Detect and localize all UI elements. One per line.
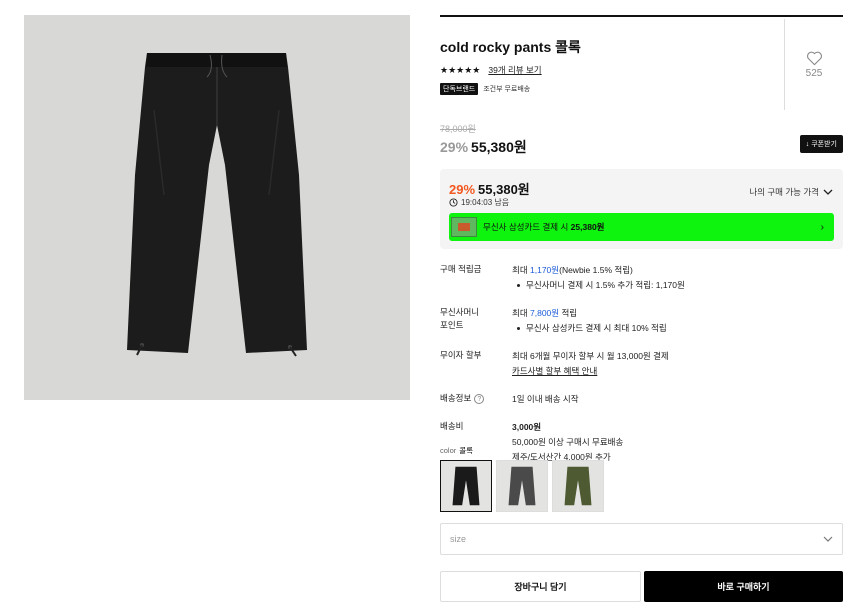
chevron-down-icon: [823, 189, 833, 195]
rating-row: ★★★★★ 39개 리뷰 보기: [440, 64, 542, 76]
pants-illustration: [24, 15, 410, 400]
money-suffix: 적립: [561, 308, 578, 318]
points-sub: 무신사머니 결제 시 1.5% 추가 적립: 1,170원: [512, 278, 685, 293]
installment-label: 무이자 할부: [440, 350, 482, 360]
card-promo-price: 25,380원: [570, 222, 605, 232]
swatch-list: [440, 460, 604, 512]
heart-icon: [806, 51, 822, 65]
size-placeholder: size: [450, 534, 467, 544]
swatch-black-image: [441, 461, 491, 511]
swatch-khaki[interactable]: [552, 460, 604, 512]
color-options: color 콜록: [440, 445, 604, 512]
my-price-label: 나의 구매 가능 가격: [749, 187, 819, 197]
points-suffix: (Newbie 1.5% 적립): [559, 265, 633, 275]
price-area: 78,000원 29% 55,380원 ↓ 쿠폰받기: [440, 122, 843, 169]
product-info: cold rocky pants 콜록 ★★★★★ 39개 리뷰 보기 단독브랜…: [440, 15, 843, 478]
money-prefix: 최대: [512, 308, 528, 318]
product-title: cold rocky pants 콜록: [440, 39, 581, 55]
money-value: 최대 7,800원 적립: [512, 306, 667, 321]
my-price-value: 55,380원: [478, 182, 530, 197]
sale-price: 55,380원: [471, 139, 527, 155]
help-icon[interactable]: ?: [474, 393, 485, 404]
product-header: cold rocky pants 콜록 ★★★★★ 39개 리뷰 보기 단독브랜…: [440, 17, 843, 112]
like-count: 525: [805, 67, 823, 79]
installment-text: 최대 6개월 무이자 할부 시 월 13,000원 결제: [512, 351, 669, 361]
shipping-badge: 조건부 무료배송: [483, 86, 531, 93]
timer-text: 19:04:03 남음: [461, 198, 510, 207]
chevron-down-icon: [823, 536, 833, 542]
swatch-charcoal-image: [497, 461, 547, 511]
money-label-line2: 포인트: [440, 320, 464, 330]
points-row: 구매 적립금 최대 1,170원(Newbie 1.5% 적립) 무신사머니 결…: [440, 263, 843, 293]
coupon-button[interactable]: ↓ 쿠폰받기: [799, 135, 843, 153]
product-image[interactable]: [24, 15, 410, 400]
current-price: 29% 55,380원: [440, 137, 527, 157]
original-price: 78,000원: [440, 124, 476, 134]
money-label: 무신사머니 포인트: [440, 306, 512, 336]
timer: 19:04:03 남음: [449, 197, 509, 208]
money-label-line1: 무신사머니: [440, 307, 480, 317]
benefit-details: 구매 적립금 최대 1,170원(Newbie 1.5% 적립) 무신사머니 결…: [440, 263, 843, 465]
money-amount: 7,800원: [530, 308, 560, 318]
buy-now-button[interactable]: 바로 구매하기: [644, 571, 843, 602]
money-row: 무신사머니 포인트 최대 7,800원 적립 무신사 삼성카드 결제 시 최대 …: [440, 306, 843, 336]
delivery-row: 배송정보? 1일 이내 배송 시작: [440, 392, 843, 407]
swatch-black[interactable]: [440, 460, 492, 512]
swatch-charcoal[interactable]: [496, 460, 548, 512]
color-selected: 콜록: [459, 446, 474, 455]
fee-value: 3,000원: [512, 422, 542, 432]
my-discount-percent: 29%: [449, 182, 476, 197]
review-link[interactable]: 39개 리뷰 보기: [488, 64, 541, 76]
swatch-khaki-image: [553, 461, 603, 511]
my-price: 29% 55,380원: [449, 179, 530, 198]
exclusive-badge: 단독브랜드: [440, 83, 479, 95]
add-to-cart-button[interactable]: 장바구니 담기: [440, 571, 641, 602]
like-button[interactable]: 525: [784, 19, 843, 110]
discount-percent: 29%: [440, 139, 469, 155]
points-prefix: 최대: [512, 265, 528, 275]
installment-row: 무이자 할부 최대 6개월 무이자 할부 시 월 13,000원 결제 카드사별…: [440, 349, 843, 379]
color-label-text: color: [440, 446, 457, 455]
points-amount: 1,170원: [530, 265, 560, 275]
installment-link[interactable]: 카드사별 할부 혜택 안내: [512, 364, 669, 379]
delivery-text: 1일 이내 배송 시작: [512, 394, 579, 404]
chevron-right-icon: ›: [820, 221, 824, 233]
size-select[interactable]: size: [440, 523, 843, 555]
card-promo-banner[interactable]: 무신사 삼성카드 결제 시 25,380원 ›: [449, 213, 834, 241]
card-thumbnail: [451, 217, 477, 237]
my-price-toggle[interactable]: 나의 구매 가능 가격: [749, 186, 833, 198]
badge-row: 단독브랜드 조건부 무료배송: [440, 83, 530, 95]
clock-icon: [449, 198, 458, 207]
my-price-box: 29% 55,380원 19:04:03 남음 나의 구매 가능 가격 무신사 삼…: [440, 169, 843, 249]
card-promo-text: 무신사 삼성카드 결제 시 25,380원: [483, 221, 605, 233]
points-value: 최대 1,170원(Newbie 1.5% 적립): [512, 263, 685, 278]
card-promo-prefix: 무신사 삼성카드 결제 시: [483, 222, 569, 232]
delivery-label-text: 배송정보: [440, 393, 472, 403]
delivery-label: 배송정보?: [440, 392, 512, 407]
points-label: 구매 적립금: [440, 264, 482, 274]
money-sub: 무신사 삼성카드 결제 시 최대 10% 적립: [512, 321, 667, 336]
star-rating: ★★★★★: [440, 64, 481, 75]
color-label: color 콜록: [440, 445, 604, 456]
